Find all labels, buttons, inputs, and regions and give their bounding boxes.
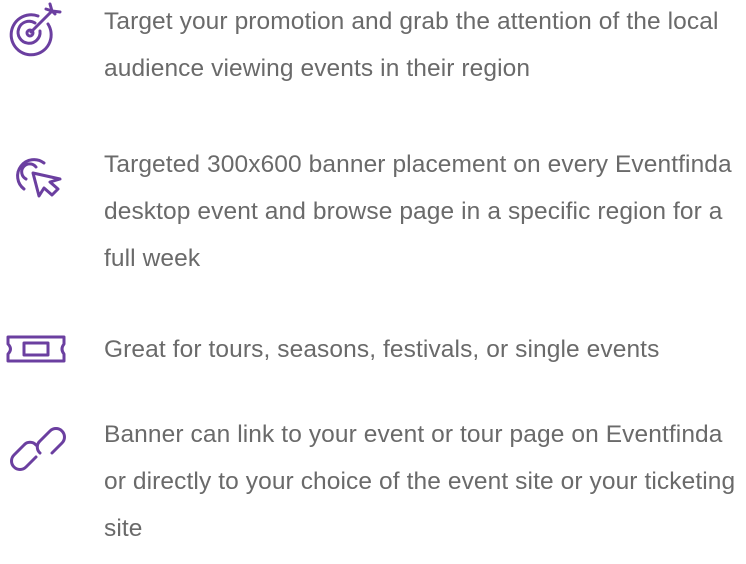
target-icon — [0, 0, 80, 60]
feature-text-banner-link: Banner can link to your event or tour pa… — [104, 421, 736, 542]
cursor-click-icon — [0, 143, 80, 203]
feature-list: Target your promotion and grab the atten… — [0, 0, 746, 564]
ticket-icon — [0, 326, 80, 386]
feature-text-banner-placement: Targeted 300x600 banner placement on eve… — [104, 151, 732, 272]
feature-text-event-types: Great for tours, seasons, festivals, or … — [104, 336, 660, 363]
feature-text-targeting: Target your promotion and grab the atten… — [104, 8, 719, 82]
link-icon — [0, 411, 80, 471]
